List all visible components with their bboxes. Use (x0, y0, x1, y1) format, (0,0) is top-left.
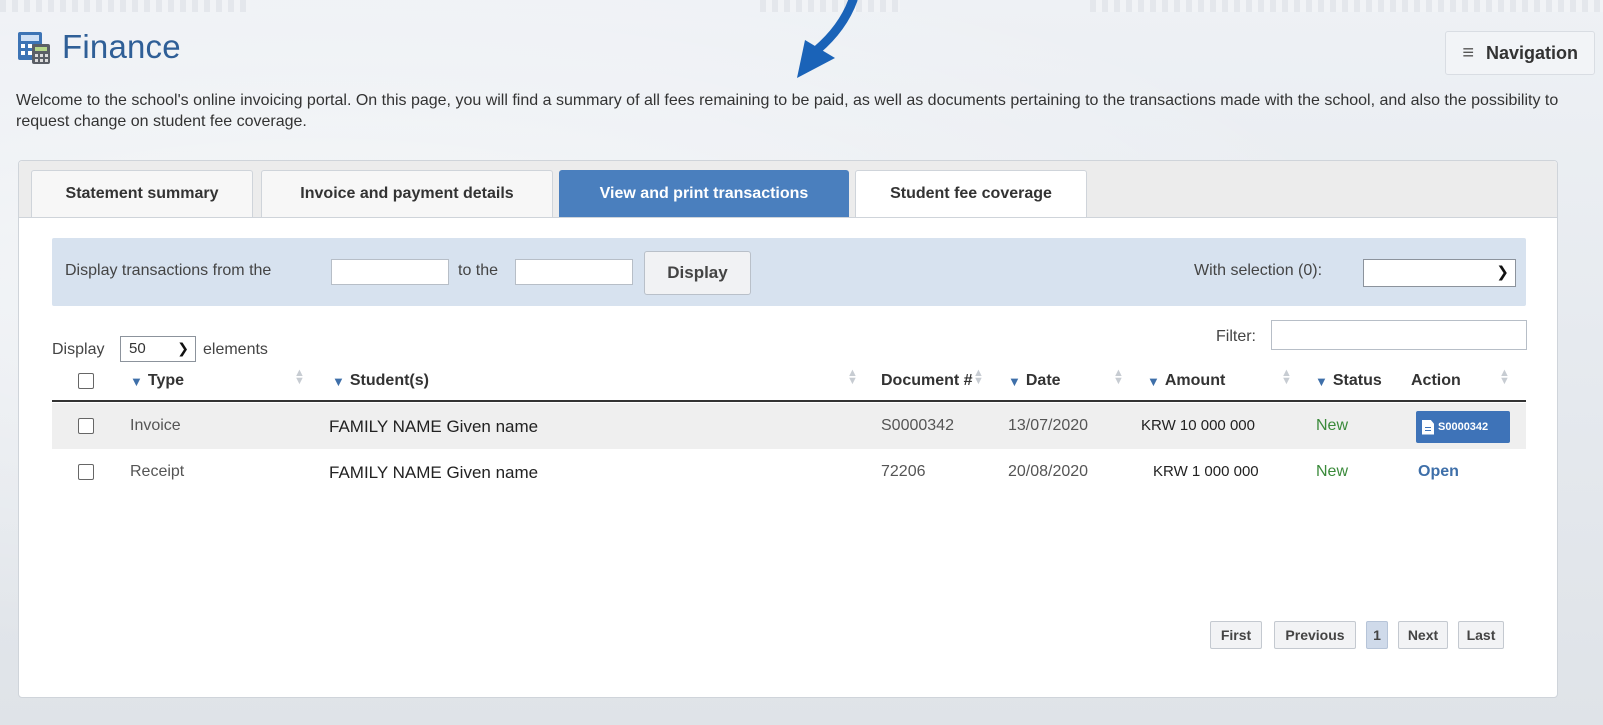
finance-calculator-icon (16, 28, 54, 66)
cell-date: 20/08/2020 (1008, 463, 1089, 480)
cell-status: New (1316, 417, 1349, 434)
from-label: Display transactions from the (65, 262, 272, 279)
chevron-down-icon: ❯ (177, 340, 189, 356)
chevron-down-icon: ❯ (1496, 264, 1509, 281)
column-header-status[interactable]: ▼ Status (1315, 372, 1382, 390)
page-length-select[interactable]: 50 ❯ (120, 336, 196, 362)
page-length-value: 50 (129, 340, 146, 357)
column-header-amount[interactable]: ▼ Amount (1147, 372, 1225, 390)
document-button-label: S0000342 (1438, 421, 1489, 433)
elements-label: elements (203, 341, 268, 358)
sort-icon[interactable]: ▲ ▼ (1499, 368, 1510, 387)
table-row: Invoice FAMILY NAME Given name S0000342 … (52, 403, 1526, 449)
page-header: Finance (16, 28, 181, 66)
tab-label: Invoice and payment details (300, 185, 514, 202)
from-date-input[interactable] (331, 259, 449, 285)
cell-type: Invoice (130, 417, 181, 434)
page-title: Finance (62, 28, 181, 65)
sort-icon[interactable]: ▲ ▼ (973, 368, 984, 387)
column-label: Amount (1164, 372, 1226, 389)
column-label: Date (1025, 372, 1061, 389)
selection-action-select[interactable]: ❯ (1363, 259, 1516, 287)
to-label: to the (458, 262, 499, 279)
column-header-type[interactable]: ▼ Type (130, 372, 184, 390)
sort-icon[interactable]: ▲ ▼ (294, 368, 305, 387)
sort-icon[interactable]: ▲ ▼ (847, 368, 858, 387)
tab-label: View and print transactions (599, 185, 809, 202)
tab-statement-summary[interactable]: Statement summary (31, 170, 253, 217)
cell-document: 72206 (881, 463, 926, 480)
table-header-divider (52, 400, 1526, 402)
tab-student-fee-coverage[interactable]: Student fee coverage (855, 170, 1087, 217)
cell-student: FAMILY NAME Given name (329, 417, 539, 436)
cell-amount: KRW 1 000 000 (1153, 463, 1259, 480)
cell-type: Receipt (130, 463, 185, 480)
cell-student: FAMILY NAME Given name (329, 463, 539, 482)
funnel-icon[interactable]: ▼ (332, 374, 345, 389)
cell-status: New (1316, 463, 1349, 480)
column-label: Status (1332, 372, 1382, 389)
open-link[interactable]: Open (1418, 463, 1459, 481)
transaction-filter-bar: Display transactions from the to the Dis… (52, 238, 1526, 306)
column-header-document[interactable]: Document # (881, 372, 973, 390)
pagination-previous[interactable]: Previous (1274, 621, 1356, 649)
cell-amount: KRW 10 000 000 (1141, 417, 1255, 434)
document-icon (1422, 419, 1434, 435)
column-header-action: Action (1411, 372, 1461, 390)
column-label: Action (1411, 372, 1461, 389)
sort-icon[interactable]: ▲ ▼ (1281, 368, 1292, 387)
display-button[interactable]: Display (644, 251, 751, 295)
tab-view-print-transactions[interactable]: View and print transactions (559, 170, 849, 217)
tab-label: Student fee coverage (890, 185, 1052, 202)
document-download-button[interactable]: S0000342 (1416, 411, 1510, 443)
hamburger-menu-icon: ≡ (1462, 41, 1474, 64)
pagination-page-1[interactable]: 1 (1366, 621, 1388, 649)
navigation-button[interactable]: ≡ Navigation (1445, 31, 1595, 75)
to-date-input[interactable] (515, 259, 633, 285)
tab-bar: Statement summary Invoice and payment de… (19, 161, 1557, 218)
pagination-last[interactable]: Last (1458, 621, 1504, 649)
column-label: Type (147, 372, 185, 389)
cell-document: S0000342 (881, 417, 954, 434)
row-checkbox[interactable] (78, 464, 94, 480)
intro-text: Welcome to the school's online invoicing… (16, 92, 1559, 130)
row-checkbox[interactable] (78, 418, 94, 434)
sort-icon[interactable]: ▲ ▼ (1113, 368, 1124, 387)
cell-date: 13/07/2020 (1008, 417, 1089, 434)
funnel-icon[interactable]: ▼ (1008, 374, 1021, 389)
background-texture (1090, 0, 1603, 12)
filter-input[interactable] (1271, 320, 1527, 350)
filter-label: Filter: (1216, 328, 1256, 345)
funnel-icon[interactable]: ▼ (1315, 374, 1328, 389)
finance-panel: Statement summary Invoice and payment de… (18, 160, 1558, 698)
funnel-icon[interactable]: ▼ (130, 374, 143, 389)
display-label: Display (52, 341, 105, 358)
funnel-icon[interactable]: ▼ (1147, 374, 1160, 389)
pagination-next[interactable]: Next (1398, 621, 1448, 649)
navigation-label: Navigation (1485, 42, 1578, 63)
background-texture (0, 0, 250, 12)
column-header-students[interactable]: ▼ Student(s) (332, 372, 429, 390)
pagination-first[interactable]: First (1210, 621, 1262, 649)
column-label: Student(s) (349, 372, 429, 389)
selection-label: With selection (0): (1194, 262, 1323, 279)
select-all-checkbox[interactable] (78, 373, 94, 389)
tab-label: Statement summary (65, 185, 219, 202)
table-row: Receipt FAMILY NAME Given name 72206 20/… (52, 449, 1526, 495)
column-header-date[interactable]: ▼ Date (1008, 372, 1061, 390)
column-label: Document # (881, 372, 973, 389)
tab-invoice-payment-details[interactable]: Invoice and payment details (261, 170, 553, 217)
annotation-arrow-icon (797, 0, 858, 78)
